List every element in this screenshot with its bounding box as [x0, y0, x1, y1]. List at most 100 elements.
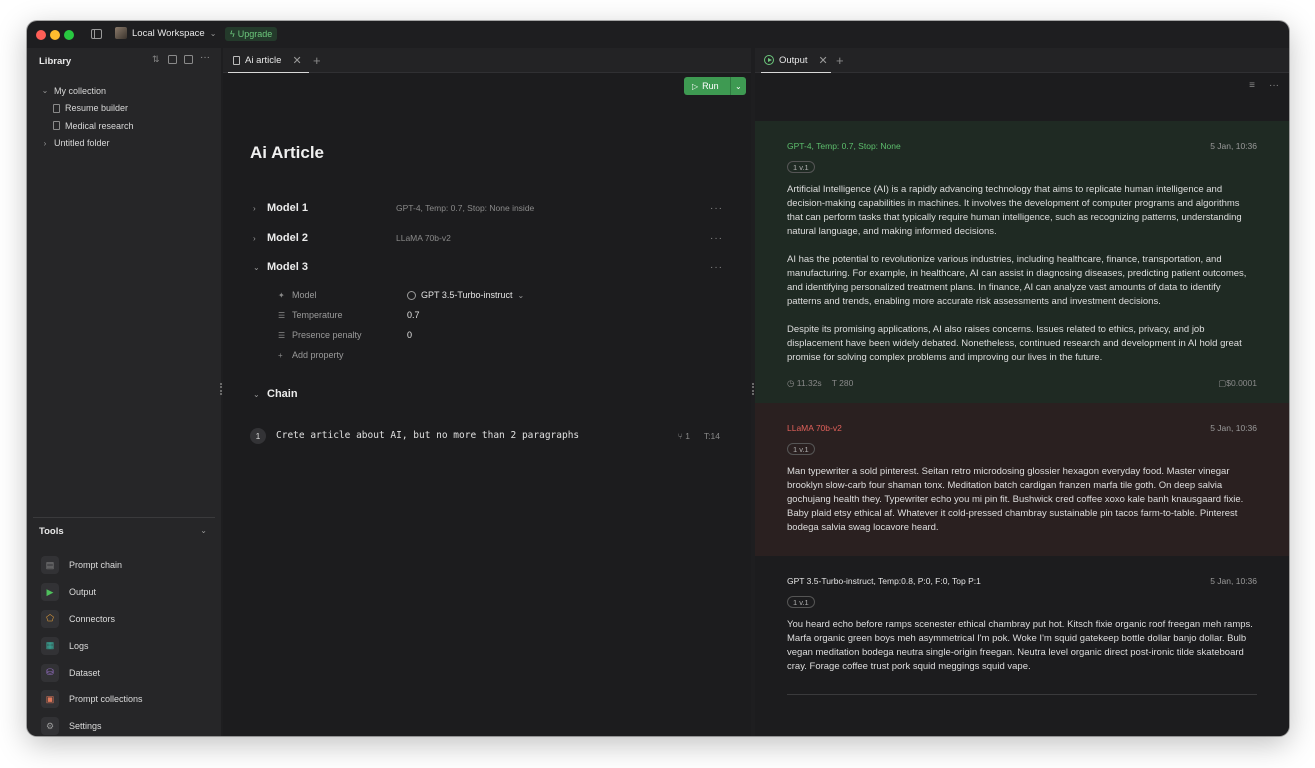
upgrade-button[interactable]: ϟ Upgrade	[225, 27, 278, 41]
chevron-down-icon[interactable]: ⌄	[200, 526, 207, 535]
chain-prompt-row[interactable]: 1 Crete article about AI, but no more th…	[250, 427, 720, 444]
tab-label: Output	[779, 54, 808, 66]
chevron-right-icon[interactable]: ›	[253, 234, 267, 243]
add-property-label: Add property	[292, 350, 344, 360]
close-icon[interactable]: ✕	[292, 54, 301, 67]
chevron-down-icon[interactable]: ⌄	[253, 390, 267, 399]
chevron-right-icon: ›	[43, 138, 47, 148]
new-folder-icon[interactable]	[184, 55, 193, 64]
run-main[interactable]: ▷ Run	[684, 81, 730, 91]
version-badge[interactable]: 1 v.1	[787, 161, 815, 173]
upgrade-label: Upgrade	[237, 29, 273, 39]
run-button[interactable]: ▷ Run ⌄	[684, 77, 746, 95]
tree-label: Medical research	[65, 120, 134, 131]
dataset-icon: ⛁	[41, 663, 59, 682]
more-icon[interactable]: ···	[710, 233, 723, 244]
result-paragraph: Man typewriter a sold pinterest. Seitan …	[787, 466, 1244, 533]
more-icon[interactable]: ···	[1269, 80, 1279, 91]
more-icon[interactable]: ···	[200, 53, 210, 64]
play-circle-icon	[764, 55, 774, 65]
filter-icon[interactable]: ≡	[1249, 80, 1255, 91]
connector-icon: ⬠	[41, 609, 59, 628]
model-row-1[interactable]: › Model 1 GPT-4, Temp: 0.7, Stop: None i…	[253, 198, 723, 218]
library-tree: ⌄ My collection Resume builder Medical r…	[41, 82, 134, 152]
plus-icon: +	[278, 350, 283, 360]
property-presence-penalty[interactable]: ☰ Presence penalty 0	[278, 325, 678, 345]
tool-label: Settings	[69, 721, 102, 732]
tab-output[interactable]: Output ✕	[761, 48, 831, 73]
document-icon	[53, 121, 60, 131]
model-select[interactable]: GPT 3.5-Turbo-instruct ⌄	[407, 290, 524, 300]
resize-handle[interactable]	[752, 383, 754, 395]
model-name: Model 3	[267, 261, 308, 273]
workspace-switcher[interactable]: Local Workspace ⌄	[115, 27, 216, 39]
tool-prompt-collections[interactable]: ▣ Prompt collections	[41, 686, 143, 713]
minimize-window-button[interactable]	[50, 30, 60, 40]
tab-ai-article[interactable]: Ai article ✕	[228, 48, 309, 73]
add-tab-icon[interactable]: +	[313, 53, 321, 68]
version-badge[interactable]: 1 v.1	[787, 443, 815, 455]
zoom-window-button[interactable]	[64, 30, 74, 40]
new-document-icon[interactable]	[168, 55, 177, 64]
cost-value: $0.0001	[1226, 378, 1257, 388]
model-name: Model 1	[267, 202, 308, 214]
result-model: GPT 3.5-Turbo-instruct, Temp:0.8, P:0, F…	[787, 576, 981, 586]
tool-label: Connectors	[69, 613, 116, 624]
sort-icon[interactable]: ⇅	[152, 55, 161, 64]
prompt-text[interactable]: Crete article about AI, but no more than…	[276, 430, 678, 441]
tree-item-resume-builder[interactable]: Resume builder	[41, 100, 134, 118]
divider	[33, 517, 215, 518]
branch-icon: ⑂	[677, 430, 683, 441]
tool-label: Output	[69, 587, 97, 598]
result-text: Artificial Intelligence (AI) is a rapidl…	[787, 183, 1257, 379]
resize-handle[interactable]	[220, 383, 222, 395]
model-row-2[interactable]: › Model 2 LLaMA 70b-v2 ···	[253, 228, 723, 248]
cost-stat: ▢$0.0001	[1218, 378, 1257, 389]
tool-settings[interactable]: ⚙ Settings	[41, 713, 143, 736]
property-value[interactable]: 0	[407, 330, 412, 340]
document-icon	[53, 103, 60, 113]
chevron-down-icon[interactable]: ⌄	[731, 82, 742, 91]
close-icon[interactable]: ✕	[819, 54, 828, 67]
result-paragraph: AI has the potential to revolutionize va…	[787, 254, 1247, 307]
more-icon[interactable]: ···	[710, 203, 723, 214]
property-temperature[interactable]: ☰ Temperature 0.7	[278, 305, 678, 325]
result-date: 5 Jan, 10:36	[1210, 576, 1257, 586]
token-icon: T	[831, 378, 837, 388]
property-value[interactable]: 0.7	[407, 310, 420, 320]
chevron-down-icon: ⌄	[517, 290, 525, 300]
add-property-button[interactable]: + Add property	[278, 345, 678, 365]
sliders-icon: ☰	[278, 310, 286, 320]
logs-icon: ▦	[41, 636, 59, 655]
editor-pane: Ai article ✕ + ▷ Run ⌄ Ai Article › Mode…	[223, 48, 751, 736]
tool-connectors[interactable]: ⬠ Connectors	[41, 606, 143, 633]
branch-count: ⑂ 1	[678, 431, 690, 441]
tool-output[interactable]: ▶ Output	[41, 579, 143, 606]
model-select-value: GPT 3.5-Turbo-instruct	[421, 290, 513, 300]
result-card: GPT 3.5-Turbo-instruct, Temp:0.8, P:0, F…	[755, 556, 1289, 706]
more-icon[interactable]: ···	[710, 262, 723, 273]
chain-section[interactable]: ⌄ Chain	[253, 384, 723, 404]
tool-logs[interactable]: ▦ Logs	[41, 632, 143, 659]
time-stat: ◷ 11.32s	[787, 378, 822, 389]
collections-icon: ▣	[41, 690, 59, 709]
property-model[interactable]: ✦ Model GPT 3.5-Turbo-instruct ⌄	[278, 285, 678, 305]
tool-prompt-chain[interactable]: ▤ Prompt chain	[41, 552, 143, 579]
tree-item-medical-research[interactable]: Medical research	[41, 117, 134, 135]
chevron-down-icon[interactable]: ⌄	[253, 263, 267, 272]
tool-dataset[interactable]: ⛁ Dataset	[41, 659, 143, 686]
play-icon: ▷	[692, 81, 699, 91]
sidebar-toggle-icon[interactable]	[91, 29, 102, 39]
tree-folder-my-collection[interactable]: ⌄ My collection	[41, 82, 134, 100]
add-tab-icon[interactable]: +	[836, 53, 844, 68]
model-row-3[interactable]: ⌄ Model 3 ···	[253, 257, 723, 277]
chain-title: Chain	[267, 388, 298, 400]
divider	[787, 694, 1257, 695]
tree-folder-untitled[interactable]: › Untitled folder	[41, 135, 134, 153]
step-number: 1	[250, 427, 266, 444]
chevron-right-icon[interactable]: ›	[253, 204, 267, 213]
settings-icon: ⚙	[41, 717, 59, 736]
version-badge[interactable]: 1 v.1	[787, 596, 815, 608]
close-window-button[interactable]	[36, 30, 46, 40]
result-paragraph: Artificial Intelligence (AI) is a rapidl…	[787, 184, 1242, 237]
